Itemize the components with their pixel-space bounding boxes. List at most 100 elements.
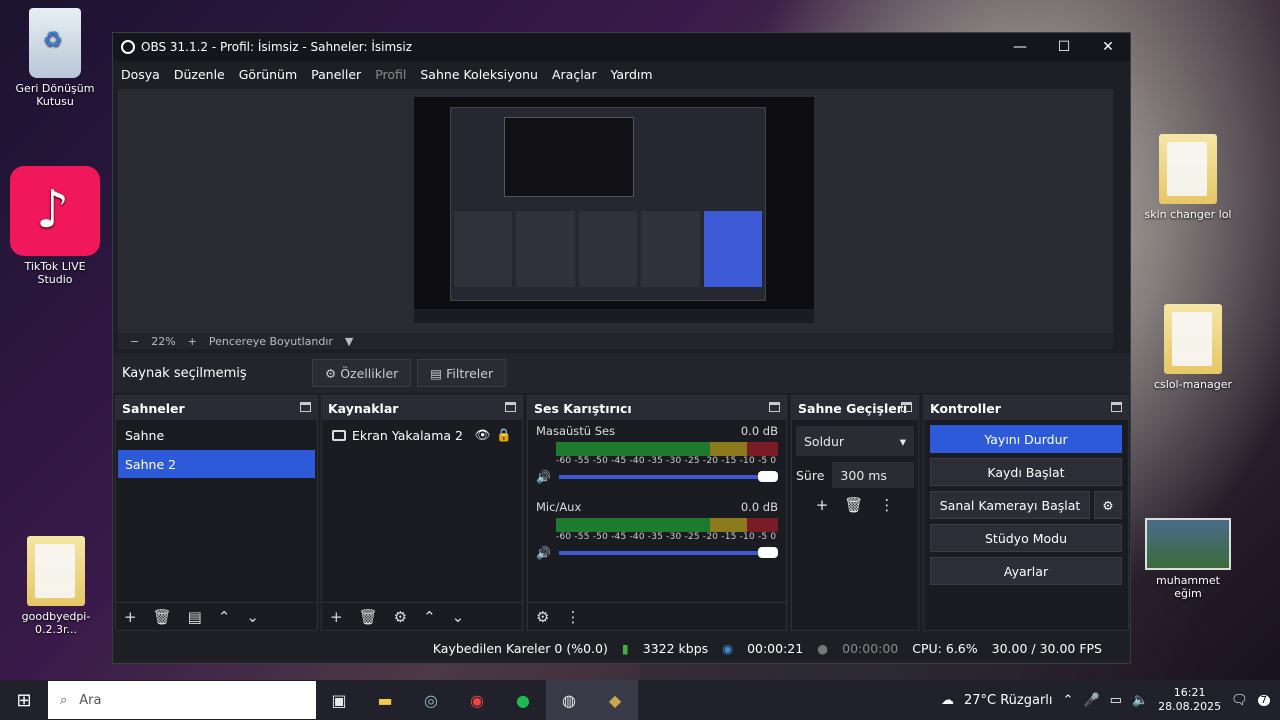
duration-input[interactable]: 300 ms xyxy=(832,462,914,488)
file-explorer-icon[interactable]: ▬ xyxy=(362,680,408,720)
obs-taskbar-icon[interactable]: ◍ xyxy=(546,680,592,720)
undock-icon[interactable] xyxy=(901,402,912,412)
speaker-icon[interactable]: 🔊 xyxy=(536,470,551,484)
maximize-button[interactable]: ☐ xyxy=(1042,39,1086,55)
desktop-icon-recycle-bin[interactable]: Geri Dönüşüm Kutusu xyxy=(10,8,100,108)
channel-level: 0.0 dB xyxy=(740,424,778,438)
menu-yardim[interactable]: Yardım xyxy=(610,67,652,82)
desktop-icon-tiktok[interactable]: TikTok LIVE Studio xyxy=(10,166,100,286)
network-icon[interactable]: ▭ xyxy=(1110,693,1122,708)
zoom-mode[interactable]: Pencereye Boyutlandır xyxy=(209,335,333,348)
notification-icon[interactable]: 🗨 xyxy=(1231,693,1248,708)
trash-icon[interactable]: 🗑 xyxy=(153,608,172,626)
menu-gorunum[interactable]: Görünüm xyxy=(239,67,297,82)
eye-icon[interactable]: 👁 xyxy=(475,427,491,443)
settings-button[interactable]: Ayarlar xyxy=(930,557,1122,585)
stream-time: 00:00:21 xyxy=(747,640,804,656)
move-down-icon[interactable]: ⌄ xyxy=(452,608,465,626)
search-icon: ⌕ xyxy=(60,692,68,708)
windows-start-icon[interactable]: ⊞ xyxy=(0,680,48,720)
undock-icon[interactable] xyxy=(505,402,516,412)
volume-slider[interactable] xyxy=(558,547,778,558)
obs-logo-icon xyxy=(121,40,135,54)
clock[interactable]: 16:21 28.08.2025 xyxy=(1158,686,1221,714)
studio-mode-button[interactable]: Stüdyo Modu xyxy=(930,524,1122,552)
properties-button[interactable]: ⚙ Özellikler xyxy=(312,359,412,387)
volume-slider[interactable] xyxy=(558,471,778,482)
spotify-icon[interactable]: ● xyxy=(500,680,546,720)
menu-profil[interactable]: Profil xyxy=(375,67,406,82)
desktop-icon-cslol-manager[interactable]: cslol-manager xyxy=(1148,304,1238,391)
gear-icon[interactable]: ⚙ xyxy=(394,608,407,626)
volume-knob[interactable] xyxy=(758,547,778,558)
virtual-camera-button[interactable]: Sanal Kamerayı Başlat xyxy=(930,491,1090,519)
more-icon[interactable]: ⋮ xyxy=(565,608,580,626)
add-icon[interactable]: + xyxy=(816,496,829,514)
close-button[interactable]: ✕ xyxy=(1086,39,1130,55)
transitions-header: Sahne Geçişleri xyxy=(792,396,918,420)
filter-icon[interactable]: ▤ xyxy=(188,608,202,626)
properties-label: Özellikler xyxy=(340,365,399,381)
menu-araclar[interactable]: Araçlar xyxy=(552,67,597,82)
lock-icon[interactable]: 🔒 xyxy=(496,427,512,443)
volume-knob[interactable] xyxy=(758,471,778,482)
scene-item-selected[interactable]: Sahne 2 xyxy=(118,450,315,478)
trash-icon[interactable]: 🗑 xyxy=(844,496,863,514)
microphone-icon[interactable]: 🎤 xyxy=(1083,693,1099,708)
chrome-icon[interactable]: ◉ xyxy=(454,680,500,720)
menu-duzenle[interactable]: Düzenle xyxy=(174,67,225,82)
move-up-icon[interactable]: ⌃ xyxy=(423,608,436,626)
desktop-icon-label: skin changer lol xyxy=(1144,208,1232,221)
gear-icon[interactable]: ⚙ xyxy=(536,608,549,626)
trash-icon[interactable]: 🗑 xyxy=(359,608,378,626)
add-icon[interactable]: + xyxy=(124,608,137,626)
volume-icon[interactable]: 🔈 xyxy=(1132,693,1148,708)
desktop-icon-goodbyedpi[interactable]: goodbyedpi-0.2.3r... xyxy=(2,536,110,636)
menu-dosya[interactable]: Dosya xyxy=(121,67,160,82)
speaker-icon[interactable]: 🔊 xyxy=(536,546,551,560)
filters-label: Filtreler xyxy=(446,365,494,381)
steam-icon[interactable]: ◎ xyxy=(408,680,454,720)
obs-window: OBS 31.1.2 - Profil: İsimsiz - Sahneler:… xyxy=(112,32,1131,664)
desktop-icon-skin-changer[interactable]: skin changer lol xyxy=(1142,134,1234,221)
desktop-icon-label: muhammet eğim xyxy=(1156,574,1220,600)
search-box[interactable]: ⌕ Ara xyxy=(48,681,316,719)
tiktok-icon xyxy=(10,166,100,256)
chevron-up-icon[interactable]: ⌃ xyxy=(1063,693,1074,708)
minimize-button[interactable]: — xyxy=(998,39,1042,55)
duration-label: Süre xyxy=(796,467,825,483)
mixer-channel-desktop: Masaüstü Ses 0.0 dB -60 -55 -50 -45 -40 … xyxy=(528,420,786,484)
zoom-in-button[interactable]: + xyxy=(188,335,197,348)
source-toolbar: Kaynak seçilmemiş ⚙ Özellikler ▤ Filtrel… xyxy=(113,353,1130,393)
desktop-icon-video[interactable]: muhammet eğim xyxy=(1142,518,1234,600)
scene-item[interactable]: Sahne xyxy=(118,421,315,449)
zoom-dropdown-icon[interactable]: ▼ xyxy=(345,335,353,348)
desktop-icon-label: Geri Dönüşüm Kutusu xyxy=(15,82,95,108)
move-up-icon[interactable]: ⌃ xyxy=(218,608,231,626)
transition-select[interactable]: Soldur ▾ xyxy=(796,426,914,456)
move-down-icon[interactable]: ⌄ xyxy=(246,608,259,626)
add-icon[interactable]: + xyxy=(330,608,343,626)
weather-icon[interactable]: ☁ xyxy=(941,693,954,708)
undock-icon[interactable] xyxy=(1111,402,1122,412)
undock-icon[interactable] xyxy=(300,402,311,412)
more-icon[interactable]: ⋮ xyxy=(879,496,894,514)
start-record-button[interactable]: Kaydı Başlat xyxy=(930,458,1122,486)
undock-icon[interactable] xyxy=(769,402,780,412)
stop-stream-button[interactable]: Yayını Durdur xyxy=(930,425,1122,453)
menu-sahne-koleksiyonu[interactable]: Sahne Koleksiyonu xyxy=(420,67,538,82)
fps: 30.00 / 30.00 FPS xyxy=(991,640,1102,656)
chevron-down-icon: ▾ xyxy=(899,433,906,449)
gear-icon: ⚙ xyxy=(325,365,337,381)
zoom-out-button[interactable]: − xyxy=(130,335,139,348)
menu-paneller[interactable]: Paneller xyxy=(311,67,361,82)
preview-canvas[interactable] xyxy=(118,89,1113,333)
title-bar[interactable]: OBS 31.1.2 - Profil: İsimsiz - Sahneler:… xyxy=(113,33,1130,61)
task-view-icon[interactable]: ▣ xyxy=(316,680,362,720)
weather-text[interactable]: 27°C Rüzgarlı xyxy=(964,693,1053,708)
virtual-camera-settings-gear-icon[interactable]: ⚙ xyxy=(1094,491,1122,519)
league-taskbar-icon[interactable]: ◆ xyxy=(592,680,638,720)
filters-button[interactable]: ▤ Filtreler xyxy=(417,359,507,387)
notification-count: 7 xyxy=(1257,694,1270,706)
source-item[interactable]: Ekran Yakalama 2 👁 🔒 xyxy=(322,420,522,450)
